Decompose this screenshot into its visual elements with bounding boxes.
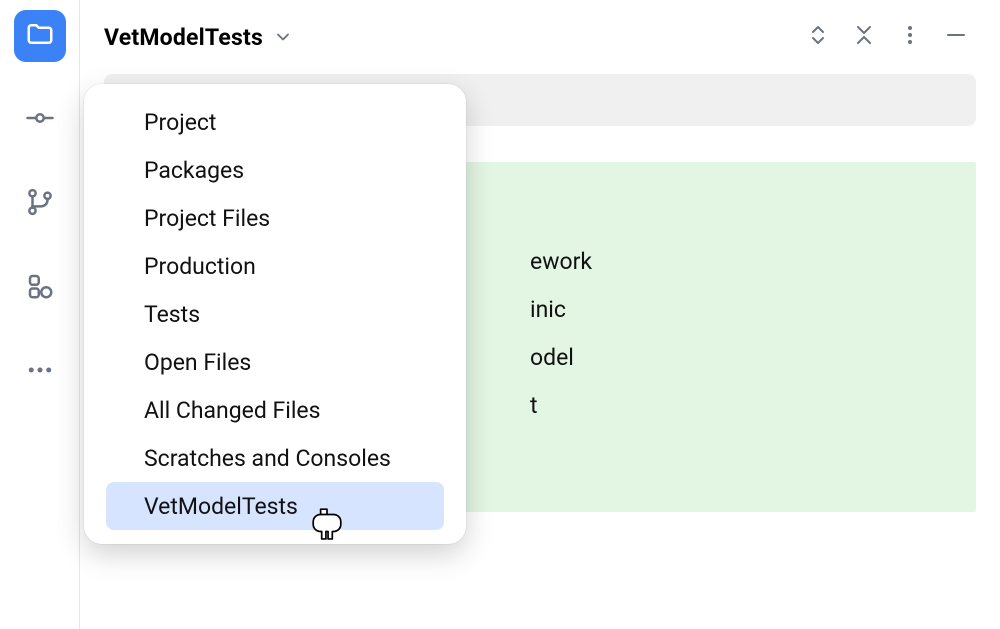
chevrons-vertical-icon (806, 23, 830, 51)
option-label: Tests (144, 301, 200, 328)
more-tools-button[interactable] (14, 346, 66, 398)
scope-option-vetmodeltests[interactable]: VetModelTests (106, 482, 444, 530)
hide-button[interactable] (938, 19, 974, 55)
options-button[interactable] (892, 19, 928, 55)
commit-icon (25, 103, 55, 137)
scope-option-packages[interactable]: Packages (106, 146, 444, 194)
scope-option-open-files[interactable]: Open Files (106, 338, 444, 386)
branches-tool-button[interactable] (14, 178, 66, 230)
option-label: Project (144, 109, 216, 136)
scope-option-tests[interactable]: Tests (106, 290, 444, 338)
scope-title: VetModelTests (104, 24, 263, 51)
more-vertical-icon (898, 23, 922, 51)
folder-icon (25, 19, 55, 53)
scope-selector[interactable]: VetModelTests (104, 24, 293, 51)
expand-collapse-button[interactable] (800, 19, 836, 55)
option-label: Packages (144, 157, 244, 184)
scope-option-changed-files[interactable]: All Changed Files (106, 386, 444, 434)
option-label: Project Files (144, 205, 270, 232)
left-rail (0, 0, 80, 629)
scope-option-scratches[interactable]: Scratches and Consoles (106, 434, 444, 482)
option-label: Open Files (144, 349, 251, 376)
scope-dropdown: Project Packages Project Files Productio… (84, 84, 466, 544)
project-tool-button[interactable] (14, 10, 66, 62)
option-label: Production (144, 253, 256, 280)
option-label: Scratches and Consoles (144, 445, 391, 472)
more-horizontal-icon (25, 355, 55, 389)
collapse-all-button[interactable] (846, 19, 882, 55)
option-label: VetModelTests (144, 493, 298, 520)
structure-tool-button[interactable] (14, 262, 66, 314)
collapse-icon (852, 23, 876, 51)
commit-tool-button[interactable] (14, 94, 66, 146)
option-label: All Changed Files (144, 397, 321, 424)
toolbar: VetModelTests (80, 0, 1000, 74)
structure-icon (25, 271, 55, 305)
chevron-down-icon (273, 27, 293, 47)
scope-option-project[interactable]: Project (106, 98, 444, 146)
minus-icon (944, 23, 968, 51)
git-branch-icon (25, 187, 55, 221)
scope-option-project-files[interactable]: Project Files (106, 194, 444, 242)
scope-option-production[interactable]: Production (106, 242, 444, 290)
